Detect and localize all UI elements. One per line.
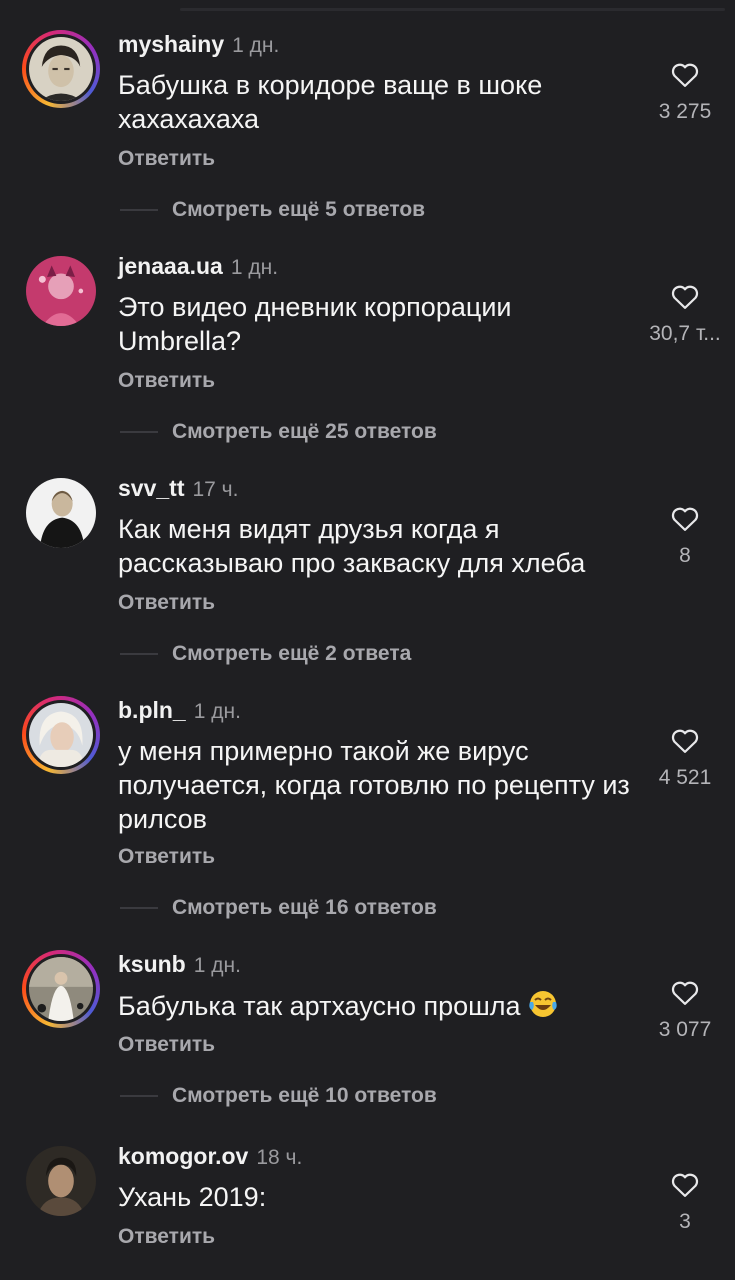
sheet-drag-handle[interactable]	[0, 0, 735, 12]
comment-username[interactable]: jenaaa.ua	[118, 253, 223, 279]
like-count: 3	[679, 1210, 691, 1233]
comment-header: jenaaa.ua 1 дн.	[118, 252, 278, 280]
divider	[120, 653, 158, 655]
avatar[interactable]	[26, 256, 96, 326]
avatar-photo	[26, 256, 96, 326]
comment-text: Бабушка в коридоре ваще в шоке хахахахах…	[118, 70, 543, 134]
comment-time: 18 ч.	[256, 1146, 303, 1169]
like-button[interactable]: 3	[635, 1170, 735, 1234]
heart-outline-icon	[671, 507, 699, 531]
view-more-replies-label: Смотреть ещё 5 ответов	[172, 198, 426, 221]
view-more-replies-label: Смотреть ещё 2 ответа	[172, 642, 412, 665]
view-more-replies-label: Смотреть ещё 25 ответов	[172, 420, 437, 443]
comment-time: 1 дн.	[232, 34, 280, 57]
divider	[120, 209, 158, 211]
like-count: 3 275	[658, 100, 712, 123]
avatar[interactable]	[26, 1146, 96, 1216]
view-more-replies-button[interactable]: Смотреть ещё 5 ответов	[120, 198, 425, 226]
comment-username[interactable]: svv_tt	[118, 475, 184, 501]
divider	[120, 431, 158, 433]
comment-time: 17 ч.	[192, 478, 239, 501]
comment-text: Это видео дневник корпорации Umbrella?	[118, 292, 512, 356]
comment-text: Ухань 2019:	[118, 1182, 267, 1212]
reply-button[interactable]: Ответить	[118, 147, 215, 171]
like-count: 8	[679, 544, 691, 567]
like-count: 4 521	[658, 766, 712, 789]
reply-button[interactable]: Ответить	[118, 591, 215, 615]
view-more-replies-button[interactable]: Смотреть ещё 2 ответа	[120, 642, 411, 670]
comment-text-content: Бабулька так артхаусно прошла	[118, 991, 521, 1021]
reply-button[interactable]: Ответить	[118, 1033, 215, 1057]
like-button[interactable]: 4 521	[635, 726, 735, 790]
heart-outline-icon	[671, 285, 699, 309]
like-count: 30,7 т...	[649, 322, 721, 345]
avatar-photo	[29, 957, 93, 1021]
like-button[interactable]: 30,7 т...	[635, 282, 735, 346]
comment-username[interactable]: komogor.ov	[118, 1143, 248, 1169]
like-count: 3 077	[658, 1018, 712, 1041]
view-more-replies-button[interactable]: Смотреть ещё 10 ответов	[120, 1084, 437, 1112]
view-more-replies-label: Смотреть ещё 16 ответов	[172, 896, 437, 919]
reply-button[interactable]: Ответить	[118, 1225, 215, 1249]
comment-header: svv_tt 17 ч.	[118, 474, 238, 502]
comment-time: 1 дн.	[193, 954, 241, 977]
divider	[120, 907, 158, 909]
divider	[120, 1095, 158, 1097]
view-more-replies-label: Смотреть ещё 10 ответов	[172, 1084, 437, 1107]
comment-text: Как меня видят друзья когда я рассказыва…	[118, 514, 586, 578]
reply-button[interactable]: Ответить	[118, 369, 215, 393]
tears-of-joy-emoji	[528, 991, 557, 1017]
comment-username[interactable]: ksunb	[118, 951, 186, 977]
avatar[interactable]	[22, 696, 100, 774]
comment-text: Бабулька так артхаусно прошла	[118, 988, 638, 1023]
comment-header: ksunb 1 дн.	[118, 950, 241, 978]
comment-username[interactable]: b.pln_	[118, 697, 186, 723]
comment-time: 1 дн.	[230, 256, 279, 279]
like-button[interactable]: 8	[635, 504, 735, 568]
heart-outline-icon	[671, 63, 699, 87]
comment-header: komogor.ov 18 ч.	[118, 1142, 302, 1170]
avatar-photo	[29, 37, 93, 101]
comment-header: b.pln_ 1 дн.	[118, 696, 241, 724]
heart-outline-icon	[671, 981, 699, 1005]
comment-time: 1 дн.	[193, 700, 241, 723]
avatar-photo	[26, 1146, 96, 1216]
heart-outline-icon	[671, 1173, 699, 1197]
avatar[interactable]	[26, 478, 96, 548]
avatar[interactable]	[22, 950, 100, 1028]
comment-username[interactable]: myshainy	[118, 31, 224, 57]
avatar-photo	[29, 703, 93, 767]
view-more-replies-button[interactable]: Смотреть ещё 16 ответов	[120, 896, 437, 924]
avatar[interactable]	[22, 30, 100, 108]
comment-text: у меня примерно такой же вирус получаетс…	[118, 736, 630, 834]
avatar-photo	[26, 478, 96, 548]
reply-button[interactable]: Ответить	[118, 845, 215, 869]
heart-outline-icon	[671, 729, 699, 753]
like-button[interactable]: 3 077	[635, 978, 735, 1042]
view-more-replies-button[interactable]: Смотреть ещё 25 ответов	[120, 420, 437, 448]
like-button[interactable]: 3 275	[635, 60, 735, 124]
comment-header: myshainy 1 дн.	[118, 30, 279, 58]
